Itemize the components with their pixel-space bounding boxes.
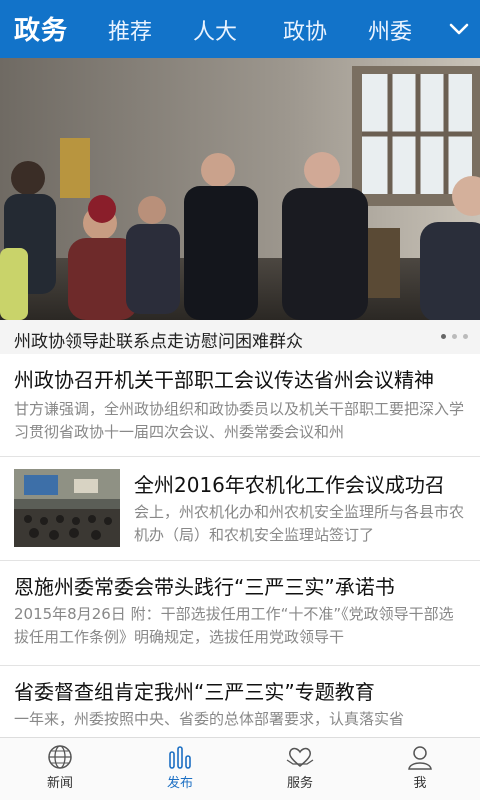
nav-news-label: 新闻 [46, 776, 73, 791]
carousel-dot [452, 334, 457, 339]
hero-caption-bar: 州政协领导赴联系点走访慰问困难群众 [0, 320, 480, 354]
news-title: 州政协召开机关干部职工会议传达省州会议精神 [14, 368, 434, 392]
carousel-dot [463, 334, 468, 339]
news-item[interactable]: 全州2016年农机化工作会议成功召 会上，州农机化办和州农机安全监理所与各县市农… [0, 457, 480, 561]
nav-publish[interactable]: 发布 [140, 744, 220, 791]
tab-cppcc[interactable]: 政协 [283, 14, 327, 46]
tab-party-committee[interactable]: 州委 [368, 14, 412, 46]
news-summary: 甘方谦强调，全州政协组织和政协委员以及机关干部职工要把深入学习贯彻省政协十一届四… [14, 400, 465, 441]
hero-caption[interactable]: 州政协领导赴联系点走访慰问困难群众 [14, 327, 303, 352]
news-title: 恩施州委常委会带头践行“三严三实”承诺书 [14, 575, 395, 599]
nav-me-label: 我 [413, 776, 427, 791]
nav-services[interactable]: 服务 [260, 744, 340, 791]
tab-npc[interactable]: 人大 [193, 14, 237, 46]
news-title: 省委督查组肯定我州“三严三实”专题教育 [14, 680, 375, 704]
news-summary: 2015年8月26日 附：干部选拔任用工作“十不准”《党政领导干部选拔任用工作条… [14, 605, 454, 646]
carousel-indicator [441, 334, 468, 339]
nav-me[interactable]: 我 [380, 744, 460, 791]
carousel-dot [441, 334, 446, 339]
news-summary: 会上，州农机化办和州农机安全监理所与各县市农机办（局）和农机安全监理站签订了 [134, 503, 465, 544]
news-summary: 一年来，州委按照中央、省委的总体部署要求，认真落实省 [14, 710, 405, 728]
news-thumbnail [14, 469, 120, 547]
app-title: 政务 [14, 16, 69, 46]
bottom-nav: 新闻 发布 服务 我 [0, 737, 480, 800]
bars-icon [169, 746, 191, 769]
hands-heart-icon [286, 747, 314, 767]
person-icon [408, 746, 432, 770]
tab-recommend[interactable]: 推荐 [108, 14, 152, 46]
nav-news[interactable]: 新闻 [20, 744, 100, 791]
hero-banner-photo[interactable] [0, 58, 480, 320]
globe-icon [48, 745, 72, 769]
news-item[interactable]: 省委督查组肯定我州“三严三实”专题教育 一年来，州委按照中央、省委的总体部署要求… [0, 666, 480, 738]
nav-services-label: 服务 [286, 776, 313, 791]
top-header: 政务 推荐 人大 政协 州委 [0, 0, 480, 58]
chevron-down-icon[interactable] [448, 18, 470, 40]
news-item[interactable]: 恩施州委常委会带头践行“三严三实”承诺书 2015年8月26日 附：干部选拔任用… [0, 561, 480, 666]
nav-publish-label: 发布 [166, 776, 193, 791]
news-item[interactable]: 州政协召开机关干部职工会议传达省州会议精神 甘方谦强调，全州政协组织和政协委员以… [0, 354, 480, 457]
news-title: 全州2016年农机化工作会议成功召 [134, 473, 445, 497]
